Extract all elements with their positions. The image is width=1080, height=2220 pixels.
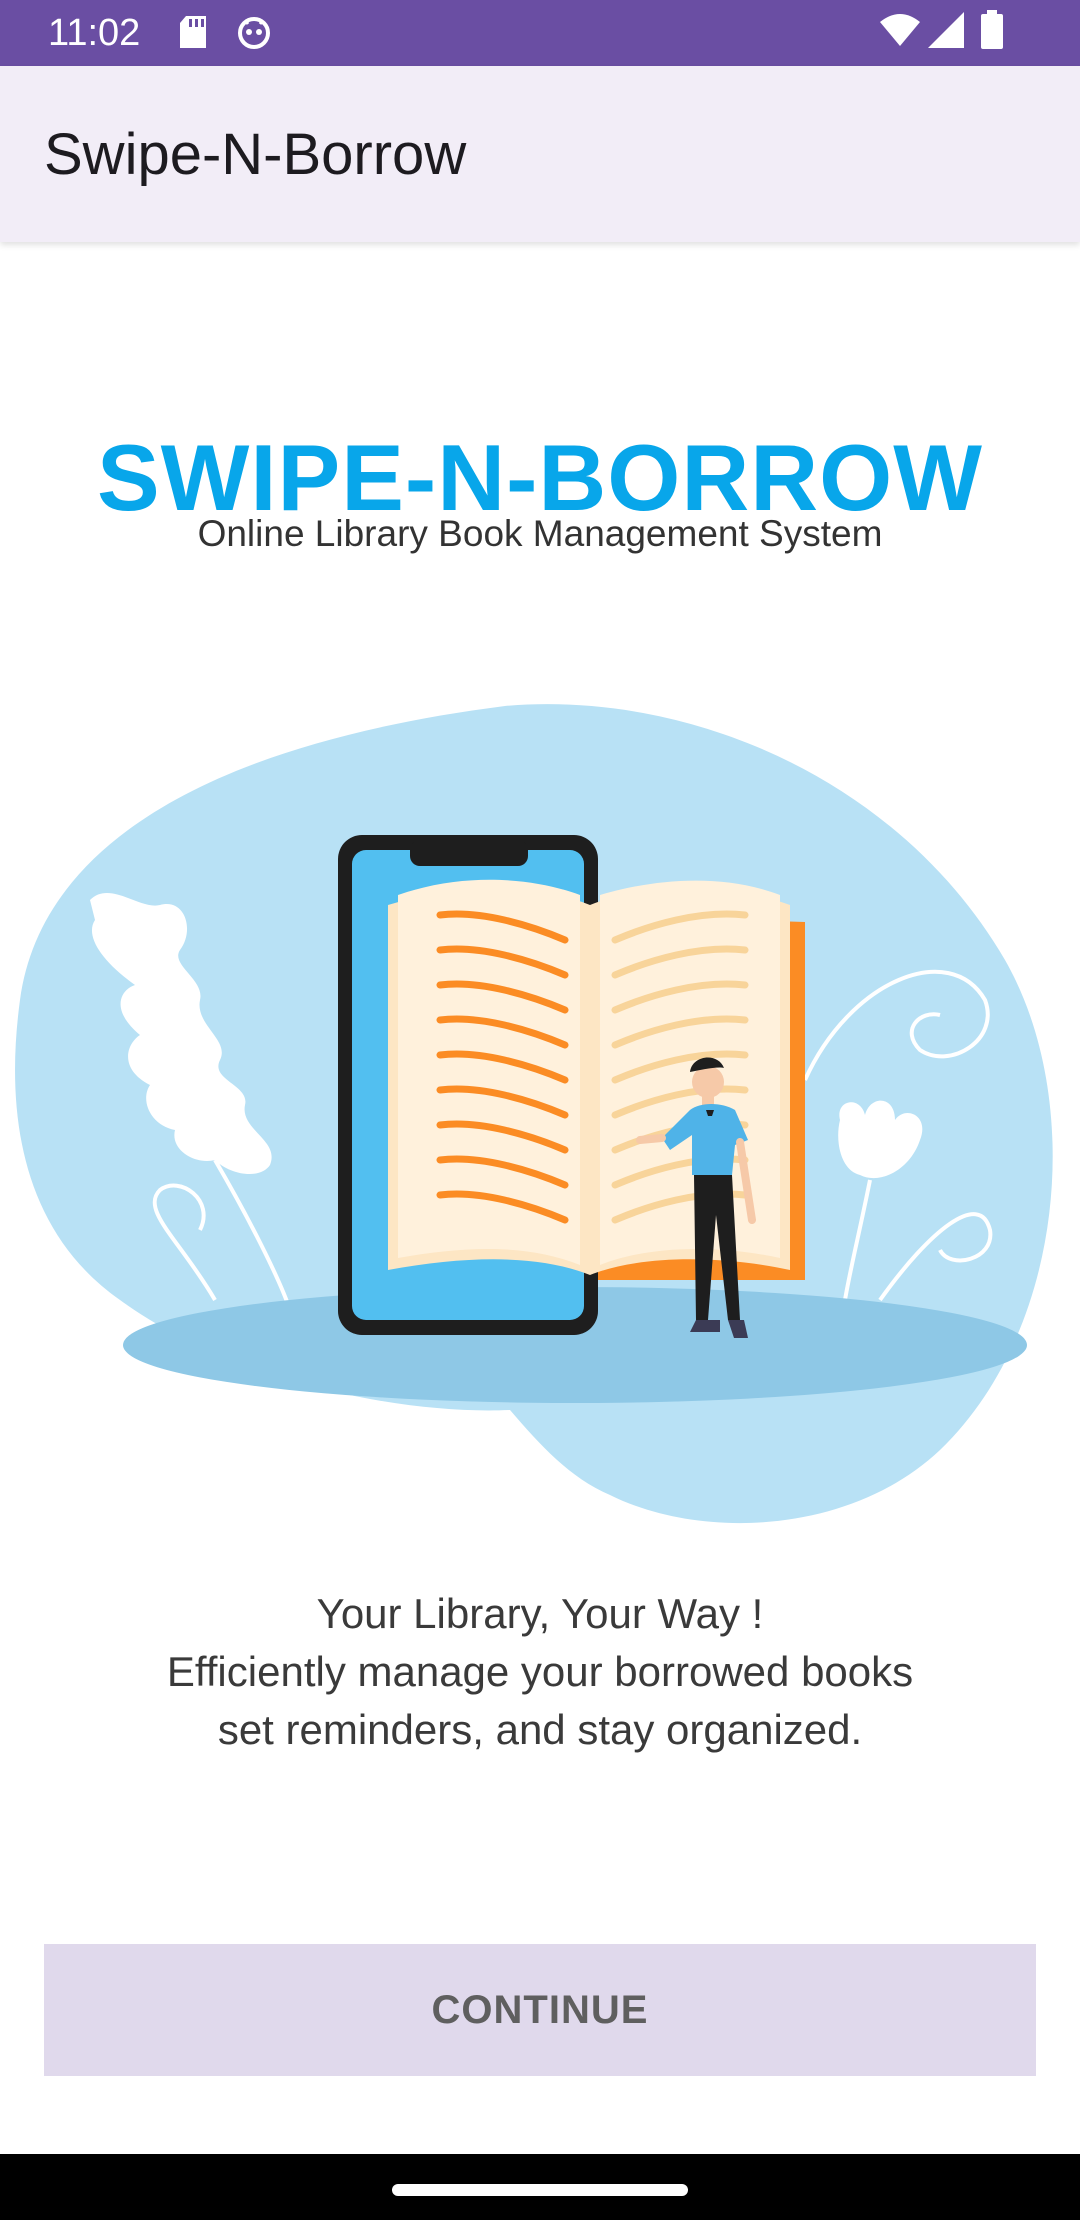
tagline-line-3: set reminders, and stay organized. bbox=[217, 1706, 863, 1753]
status-bar: 11:02 bbox=[0, 0, 1080, 66]
app-bar-title: Swipe-N-Borrow bbox=[44, 122, 467, 187]
wifi-icon bbox=[880, 12, 920, 53]
sd-card-icon bbox=[178, 14, 208, 55]
brand-subtitle: Online Library Book Management System bbox=[197, 513, 883, 554]
system-nav-bar bbox=[0, 2154, 1080, 2220]
continue-button[interactable]: CONTINUE bbox=[44, 1944, 1036, 2076]
android-debug-icon bbox=[236, 14, 272, 55]
tagline-line-1: Your Library, Your Way ! bbox=[316, 1590, 764, 1637]
battery-icon bbox=[980, 10, 1004, 55]
home-gesture-handle[interactable] bbox=[392, 2184, 688, 2196]
app-bar: Swipe-N-Borrow bbox=[0, 66, 1080, 242]
tagline: Your Library, Your Way ! Efficiently man… bbox=[0, 1585, 1080, 1759]
signal-icon bbox=[928, 12, 964, 53]
tagline-line-2: Efficiently manage your borrowed books bbox=[166, 1648, 914, 1695]
status-time: 11:02 bbox=[48, 12, 141, 54]
hero-illustration bbox=[0, 690, 1080, 1540]
